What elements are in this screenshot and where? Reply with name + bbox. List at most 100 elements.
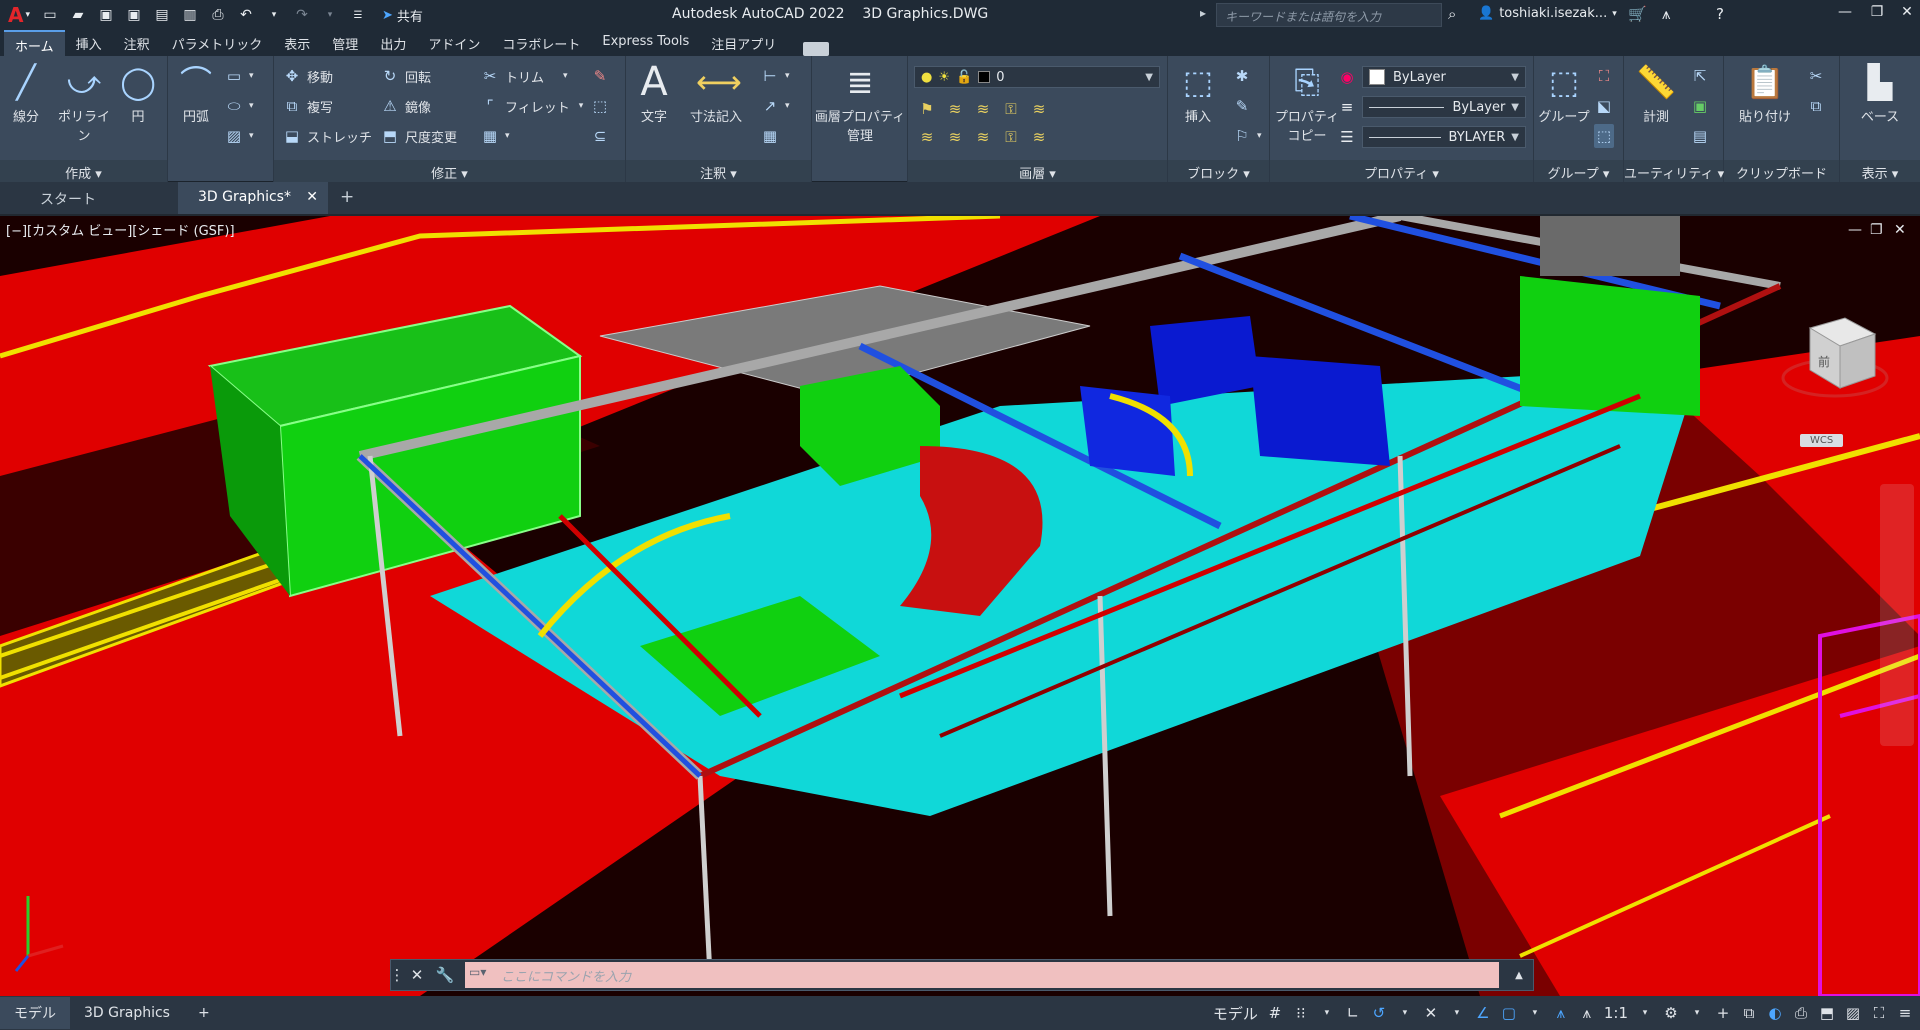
view-panel-label[interactable]: 表示 ▾ [1840, 160, 1920, 182]
linetype-icon[interactable]: ≡ [1336, 96, 1358, 118]
redo-icon[interactable]: ↷ [292, 5, 312, 25]
image-icon[interactable]: ▨ [1844, 1004, 1862, 1022]
plot-icon[interactable]: ⎙ [208, 5, 228, 25]
layer-tool-2-icon[interactable]: ≋ [944, 98, 966, 120]
fullscreen-icon[interactable]: ⛶ [1870, 1004, 1888, 1022]
autocad-logo-icon[interactable]: A ▾ [6, 3, 32, 27]
block-attr-button[interactable]: ⚐ ▾ [1232, 124, 1261, 148]
tab-collaborate[interactable]: コラボレート [491, 30, 591, 56]
polar-icon[interactable]: ↺ [1370, 1004, 1388, 1022]
layer-tool-3-icon[interactable]: ≋ [972, 98, 994, 120]
plus-icon[interactable]: + [1714, 1004, 1732, 1022]
osnap-dropdown-icon[interactable]: ▾ [1448, 1008, 1466, 1018]
circle-button[interactable]: ◯ 円 [114, 62, 162, 125]
properties-panel-label[interactable]: プロパティ ▾ [1270, 160, 1533, 182]
layer-properties-button[interactable]: ≣ 画層プロパティ 管理 [812, 62, 908, 144]
user-account[interactable]: 👤 toshiaki.isezak... ▾ [1478, 6, 1617, 21]
scale-dropdown-icon[interactable]: ▾ [1636, 1008, 1654, 1018]
trim-button[interactable]: ✂ トリム ▾ [480, 64, 568, 88]
table-button[interactable]: ▦ [760, 124, 780, 148]
line-button[interactable]: ╱ 線分 [0, 62, 52, 125]
stretch-button[interactable]: ⬓ ストレッチ [282, 124, 372, 148]
snap-icon[interactable]: ⁝⁝ [1292, 1004, 1310, 1022]
plot-status-icon[interactable]: ⎙ [1792, 1004, 1810, 1022]
hardware-accel-icon[interactable]: ◐ [1766, 1004, 1784, 1022]
tab-manage[interactable]: 管理 [321, 30, 369, 56]
start-tab[interactable]: スタート [0, 182, 178, 214]
layer-tool-1-icon[interactable]: ⚑ [916, 98, 938, 120]
block-panel-label[interactable]: ブロック ▾ [1168, 160, 1269, 182]
dimension-button[interactable]: ⟷ 寸法記入 [678, 62, 754, 125]
model-tab[interactable]: モデル [0, 997, 70, 1029]
tab-output[interactable]: 出力 [369, 30, 417, 56]
layer-tool-6-icon[interactable]: ≋ [916, 126, 938, 148]
snap-dropdown-icon[interactable]: ▾ [1318, 1008, 1336, 1018]
layer-tool-7-icon[interactable]: ≋ [944, 126, 966, 148]
navigation-bar[interactable] [1880, 484, 1914, 746]
group-button[interactable]: ⬚ グループ [1536, 62, 1592, 125]
layer-tool-9-icon[interactable]: ⚿ [1000, 126, 1022, 148]
grid-icon[interactable]: # [1266, 1004, 1284, 1022]
tab-insert[interactable]: 挿入 [65, 30, 113, 56]
match-properties-button[interactable]: ⎘ プロパティ コピー [1274, 62, 1340, 144]
tab-addins[interactable]: アドイン [417, 30, 491, 56]
viewport-label[interactable]: [−][カスタム ビュー][シェード (GSF)] [6, 220, 235, 239]
viewport-close-icon[interactable]: ✕ [1894, 222, 1906, 238]
auto-scale-icon[interactable]: ⩚ [1578, 1004, 1596, 1022]
ungroup-button[interactable]: ⛶ [1594, 64, 1614, 88]
polyline-button[interactable]: ⤻ ポリライン [52, 62, 116, 144]
quick-select-button[interactable]: ⇱ [1690, 64, 1710, 88]
new-file-icon[interactable]: ▭ [40, 5, 60, 25]
help-icon[interactable]: ? [1716, 5, 1724, 23]
command-input[interactable]: ▭▾ ここにコマンドを入力 [465, 962, 1499, 988]
draw-panel-label[interactable]: 作成 ▾ [0, 160, 167, 182]
ribbon-toggle-icon[interactable] [803, 42, 830, 56]
leader-button[interactable]: ↗ ▾ [760, 94, 790, 118]
tab-express-tools[interactable]: Express Tools [591, 30, 700, 56]
cut-button[interactable]: ✂ [1806, 64, 1826, 88]
tab-parametric[interactable]: パラメトリック [161, 30, 274, 56]
layer-tool-4-icon[interactable]: ⚿ [1000, 98, 1022, 120]
modify-panel-label[interactable]: 修正 ▾ [274, 160, 625, 182]
save-as-icon[interactable]: ▣ [124, 5, 144, 25]
open-web-icon[interactable]: ▤ [152, 5, 172, 25]
drawing-viewport[interactable]: [−][カスタム ビュー][シェード (GSF)] — ❐ ✕ 前 WCS [0, 216, 1920, 996]
command-close-icon[interactable]: ✕ [403, 960, 431, 990]
command-history-icon[interactable]: ▲ [1505, 960, 1533, 990]
edit-block-button[interactable]: ✎ [1232, 94, 1252, 118]
viewport-restore-icon[interactable]: ❐ [1870, 222, 1883, 238]
viewport-minimize-icon[interactable]: — [1848, 222, 1862, 238]
lineweight-dropdown[interactable]: BYLAYER ▼ [1362, 126, 1526, 148]
ellipse-button[interactable]: ⬭ ▾ [224, 94, 254, 118]
save-icon[interactable]: ▣ [96, 5, 116, 25]
erase-button[interactable]: ✎ [590, 64, 610, 88]
workspace-gear-icon[interactable]: ⚙ [1662, 1004, 1680, 1022]
rectangle-button[interactable]: ▭ ▾ [224, 64, 254, 88]
groups-panel-label[interactable]: グループ ▾ [1534, 160, 1623, 182]
otrack-icon[interactable]: ∠ [1474, 1004, 1492, 1022]
scale-button[interactable]: ⬒ 尺度変更 [380, 124, 457, 148]
tab-home[interactable]: ホーム [4, 30, 65, 56]
search-input[interactable]: キーワードまたは語句を入力 [1216, 3, 1442, 27]
units-icon[interactable]: ⬒ [1818, 1004, 1836, 1022]
create-block-button[interactable]: ✱ [1232, 64, 1252, 88]
close-tab-icon[interactable]: ✕ [306, 189, 318, 207]
group-edit-button[interactable]: ⬕ [1594, 94, 1614, 118]
isolate-objects-icon[interactable]: ⧉ [1740, 1004, 1758, 1022]
array-button[interactable]: ▦ ▾ [480, 124, 510, 148]
group-select-button[interactable]: ⬚ [1594, 124, 1614, 148]
copy-button[interactable]: ⧉ 複写 [282, 94, 333, 118]
layers-panel-label[interactable]: 画層 ▾ [908, 160, 1167, 182]
paste-button[interactable]: 📋 貼り付け [1730, 62, 1800, 125]
drawing-tab[interactable]: 3D Graphics* ✕ [178, 182, 328, 214]
model-space-label[interactable]: モデル [1213, 1003, 1258, 1024]
customize-qat-icon[interactable]: ☰ [348, 5, 368, 25]
calculator-button[interactable]: ▤ [1690, 124, 1710, 148]
workspace-dropdown-icon[interactable]: ▾ [1688, 1008, 1706, 1018]
lineweight-icon[interactable]: ☰ [1336, 126, 1358, 148]
annotation-panel-label[interactable]: 注釈 ▾ [626, 160, 811, 182]
polar-dropdown-icon[interactable]: ▾ [1396, 1008, 1414, 1018]
base-view-button[interactable]: ▙ ベース [1848, 62, 1912, 125]
rotate-button[interactable]: ↻ 回転 [380, 64, 431, 88]
layer-tool-10-icon[interactable]: ≋ [1028, 126, 1050, 148]
